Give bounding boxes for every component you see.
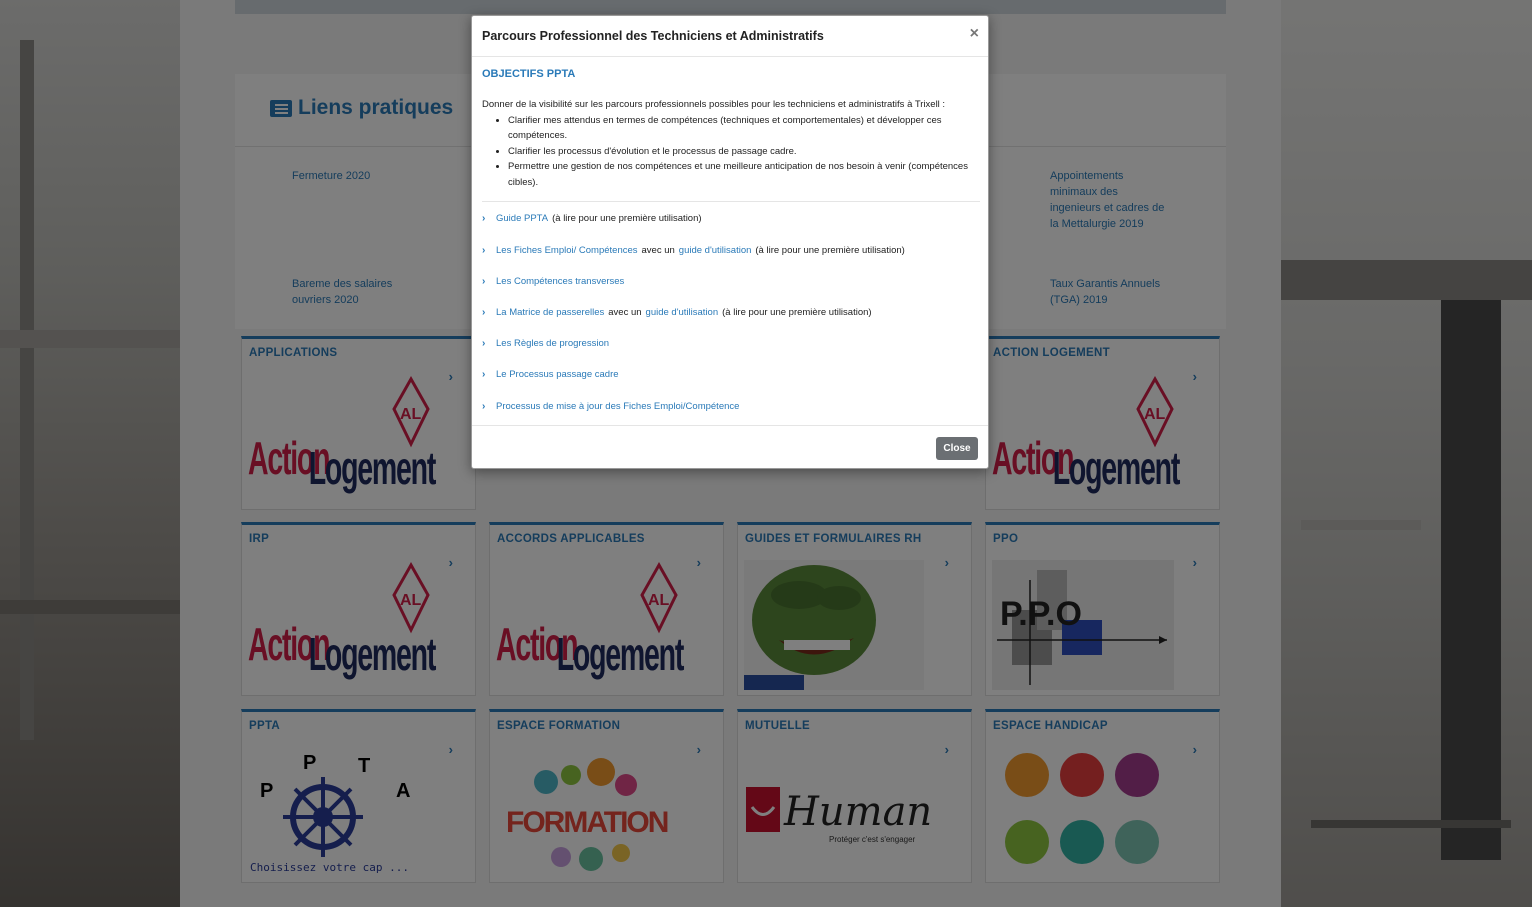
matrice-passerelles-link[interactable]: La Matrice de passerelles bbox=[496, 307, 604, 318]
chevron-right-icon: › bbox=[482, 276, 486, 287]
link-row-competences: › Les Compétences transverses bbox=[482, 276, 624, 287]
guide-utilisation-link[interactable]: guide d'utilisation bbox=[679, 245, 752, 256]
chevron-right-icon: › bbox=[482, 369, 486, 380]
regles-progression-link[interactable]: Les Règles de progression bbox=[496, 338, 609, 349]
link-row-mise-a-jour: › Processus de mise à jour des Fiches Em… bbox=[482, 401, 739, 412]
close-icon[interactable]: × bbox=[970, 25, 979, 43]
objectif-bullet: Clarifier mes attendus en termes de comp… bbox=[508, 113, 980, 144]
chevron-right-icon: › bbox=[482, 245, 486, 256]
processus-cadre-link[interactable]: Le Processus passage cadre bbox=[496, 369, 619, 380]
objectifs-intro: Donner de la visibilité sur les parcours… bbox=[482, 99, 946, 110]
ppta-modal: Parcours Professionnel des Techniciens e… bbox=[471, 15, 989, 469]
objectifs-description: Donner de la visibilité sur les parcours… bbox=[482, 97, 980, 190]
chevron-right-icon: › bbox=[482, 338, 486, 349]
chevron-right-icon: › bbox=[482, 307, 486, 318]
processus-mise-a-jour-link[interactable]: Processus de mise à jour des Fiches Empl… bbox=[496, 401, 739, 412]
objectif-bullet: Clarifier les processus d'évolution et l… bbox=[508, 144, 980, 160]
link-mid: avec un bbox=[608, 307, 642, 318]
link-row-matrice: › La Matrice de passerelles avec un guid… bbox=[482, 307, 872, 318]
guide-ppta-link[interactable]: Guide PPTA bbox=[496, 213, 548, 224]
link-mid: avec un bbox=[641, 245, 675, 256]
chevron-right-icon: › bbox=[482, 213, 486, 224]
close-button[interactable]: Close bbox=[936, 437, 978, 460]
link-row-guide: › Guide PPTA (à lire pour une première u… bbox=[482, 213, 702, 224]
competences-transverses-link[interactable]: Les Compétences transverses bbox=[496, 276, 624, 287]
guide-utilisation-link-2[interactable]: guide d'utilisation bbox=[646, 307, 719, 318]
chevron-right-icon: › bbox=[482, 401, 486, 412]
fiches-emploi-link[interactable]: Les Fiches Emploi/ Compétences bbox=[496, 245, 638, 256]
link-note: (à lire pour une première utilisation) bbox=[552, 213, 702, 224]
objectifs-heading: OBJECTIFS PPTA bbox=[482, 68, 576, 80]
link-note: (à lire pour une première utilisation) bbox=[722, 307, 872, 318]
link-row-fiches: › Les Fiches Emploi/ Compétences avec un… bbox=[482, 245, 905, 256]
link-row-processus-cadre: › Le Processus passage cadre bbox=[482, 369, 619, 380]
divider bbox=[482, 201, 980, 202]
link-row-regles: › Les Règles de progression bbox=[482, 338, 609, 349]
link-note: (à lire pour une première utilisation) bbox=[755, 245, 905, 256]
modal-title: Parcours Professionnel des Techniciens e… bbox=[482, 29, 824, 43]
objectif-bullet: Permettre une gestion de nos compétences… bbox=[508, 159, 980, 190]
